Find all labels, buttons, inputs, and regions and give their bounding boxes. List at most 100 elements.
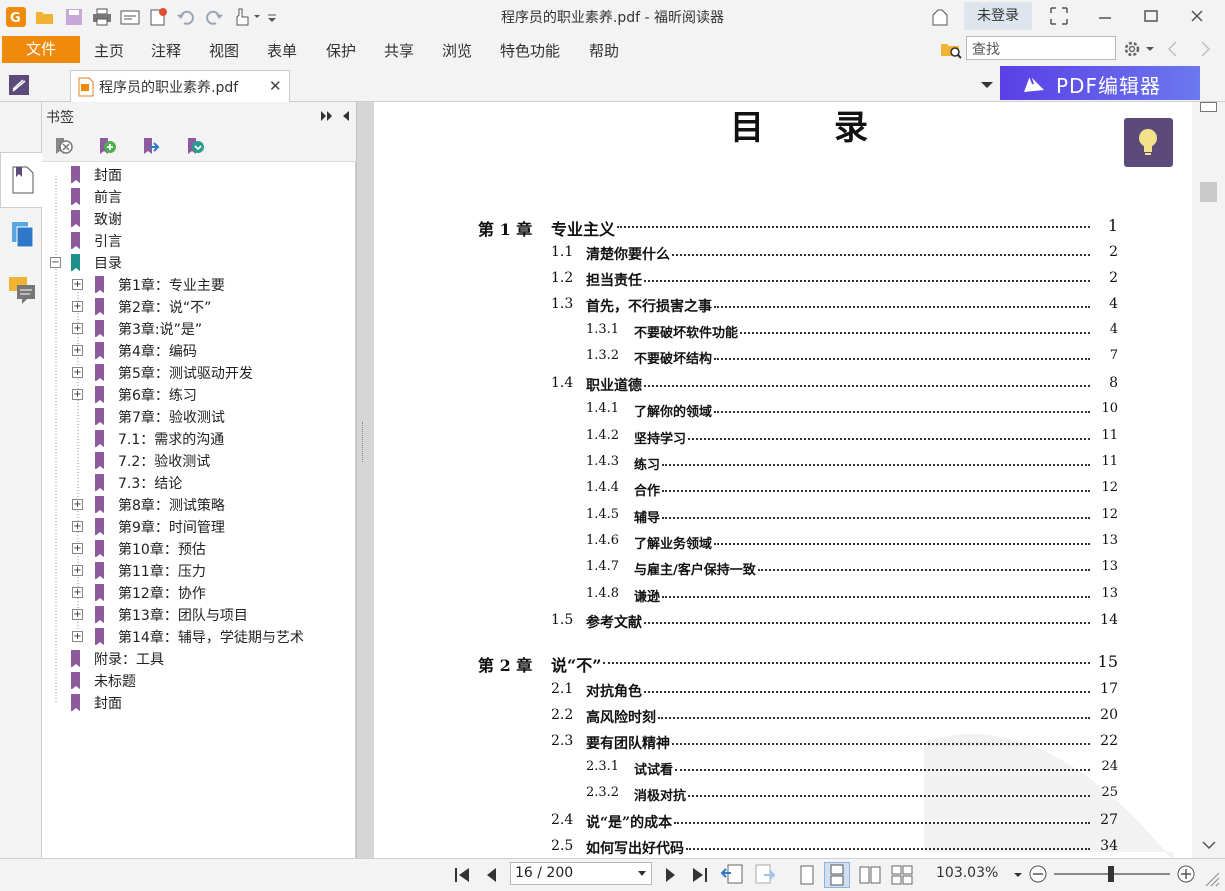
expand-node-icon[interactable]: + xyxy=(72,301,83,312)
bookmark-item[interactable]: + 第12章：协作 xyxy=(42,582,356,604)
previous-view-icon[interactable] xyxy=(720,863,746,887)
expand-node-icon[interactable]: + xyxy=(72,323,83,334)
vertical-scrollbar[interactable] xyxy=(1192,102,1225,858)
zoom-dropdown-icon[interactable] xyxy=(1012,869,1024,881)
bookmark-item[interactable]: 7.1：需求的沟通 xyxy=(42,428,356,450)
bookmark-item[interactable]: 7.3：结论 xyxy=(42,472,356,494)
resize-grip-icon[interactable] xyxy=(1204,871,1220,887)
expand-node-icon[interactable]: + xyxy=(72,345,83,356)
bookmark-options-icon[interactable] xyxy=(184,136,206,158)
toc-entry[interactable]: 第 1 章专业主义 1 xyxy=(478,216,1118,239)
panel-splitter[interactable] xyxy=(356,102,374,858)
bookmark-item[interactable]: 未标题 xyxy=(42,670,356,692)
page-number-input[interactable]: 16 / 200 xyxy=(510,862,652,885)
toc-entry[interactable]: 1.1 清楚你要什么 2 xyxy=(551,244,1118,264)
first-page-icon[interactable] xyxy=(452,865,474,885)
bookmark-item[interactable]: 第7章：验收测试 xyxy=(42,406,356,428)
sign-tool-icon[interactable] xyxy=(8,74,30,96)
expand-node-icon[interactable]: + xyxy=(72,543,83,554)
bookmark-item[interactable]: + 第2章：说“不” xyxy=(42,296,356,318)
toc-entry[interactable]: 1.4.3 练习 11 xyxy=(586,454,1118,474)
login-button[interactable]: 未登录 xyxy=(964,2,1032,30)
expand-panel-icon[interactable] xyxy=(320,108,334,124)
scroll-down-arrow[interactable] xyxy=(1200,838,1217,852)
bookmark-item[interactable]: 封面 xyxy=(42,692,356,714)
zoom-level[interactable]: 103.03% xyxy=(936,865,998,881)
pdf-editor-promo-button[interactable]: PDF编辑器 xyxy=(1000,66,1200,100)
expand-node-icon[interactable]: + xyxy=(72,389,83,400)
next-result-icon[interactable] xyxy=(1196,38,1214,60)
search-input[interactable]: 查找 xyxy=(966,36,1116,60)
scroll-up-arrow[interactable] xyxy=(1200,102,1217,112)
minimize-icon[interactable] xyxy=(1088,4,1122,28)
menu-protect[interactable]: 保护 xyxy=(326,40,356,61)
tab-document[interactable]: 程序员的职业素养.pdf ✕ xyxy=(70,70,290,102)
bookmark-item[interactable]: 前言 xyxy=(42,186,356,208)
settings-icon[interactable] xyxy=(1122,38,1156,60)
menu-view[interactable]: 视图 xyxy=(209,40,239,61)
close-tab-icon[interactable]: ✕ xyxy=(269,77,282,95)
bookmark-item[interactable]: + 第14章：辅导，学徒期与艺术 xyxy=(42,626,356,648)
continuous-view-icon[interactable] xyxy=(824,862,850,888)
menu-share[interactable]: 共享 xyxy=(384,40,414,61)
toc-entry[interactable]: 1.4.7 与雇主/客户保持一致 13 xyxy=(586,559,1118,579)
facing-view-icon[interactable] xyxy=(858,864,882,886)
file-menu-button[interactable]: 文件 xyxy=(2,36,80,63)
page-dropdown-icon[interactable] xyxy=(637,870,647,878)
toc-entry[interactable]: 2.1 对抗角色 17 xyxy=(551,681,1118,701)
menu-comment[interactable]: 注释 xyxy=(151,40,181,61)
tip-lightbulb-button[interactable] xyxy=(1124,118,1173,167)
expand-node-icon[interactable]: + xyxy=(72,499,83,510)
bookmarks-panel-tab[interactable] xyxy=(0,152,42,208)
bookmark-item[interactable]: + 第5章：测试驱动开发 xyxy=(42,362,356,384)
expand-node-icon[interactable]: + xyxy=(72,609,83,620)
add-bookmark-icon[interactable] xyxy=(96,136,118,158)
expand-node-icon[interactable]: + xyxy=(72,367,83,378)
close-window-icon[interactable] xyxy=(1180,4,1214,28)
folder-search-icon[interactable] xyxy=(940,38,962,60)
menu-browse[interactable]: 浏览 xyxy=(442,40,472,61)
zoom-in-icon[interactable] xyxy=(1176,864,1196,884)
bookmark-item[interactable]: + 第11章：压力 xyxy=(42,560,356,582)
toc-entry[interactable]: 1.3.1 不要破坏软件功能 4 xyxy=(586,322,1118,342)
continuous-facing-view-icon[interactable] xyxy=(890,864,914,886)
bookmark-item[interactable]: + 第3章:说”是” xyxy=(42,318,356,340)
toc-entry[interactable]: 第 2 章说“不” 15 xyxy=(478,652,1118,675)
menu-form[interactable]: 表单 xyxy=(267,40,297,61)
scrollbar-thumb[interactable] xyxy=(1200,182,1217,202)
toc-entry[interactable]: 2.3.1 试试看 24 xyxy=(586,759,1118,779)
toc-entry[interactable]: 1.4.4 合作 12 xyxy=(586,480,1118,500)
toc-entry[interactable]: 2.5 如何写出好代码 34 xyxy=(551,838,1118,858)
last-page-icon[interactable] xyxy=(688,865,710,885)
menu-home[interactable]: 主页 xyxy=(94,40,124,61)
toc-entry[interactable]: 2.2 高风险时刻 20 xyxy=(551,707,1118,727)
menu-special-features[interactable]: 特色功能 xyxy=(500,40,560,61)
toc-entry[interactable]: 1.4 职业道德 8 xyxy=(551,375,1118,395)
skin-icon[interactable] xyxy=(930,7,950,27)
toc-entry[interactable]: 1.4.2 坚持学习 11 xyxy=(586,428,1118,448)
bookmark-item[interactable]: + 第6章：练习 xyxy=(42,384,356,406)
zoom-slider-thumb[interactable] xyxy=(1108,866,1114,882)
toc-entry[interactable]: 1.4.6 了解业务领域 13 xyxy=(586,533,1118,553)
bookmark-item[interactable]: 致谢 xyxy=(42,208,356,230)
delete-bookmark-icon[interactable] xyxy=(52,136,74,158)
previous-result-icon[interactable] xyxy=(1164,38,1182,60)
collapse-panel-icon[interactable] xyxy=(340,108,352,124)
expand-node-icon[interactable]: + xyxy=(72,565,83,576)
fullscreen-icon[interactable] xyxy=(1042,4,1076,28)
bookmark-item[interactable]: + 第1章：专业主要 xyxy=(42,274,356,296)
previous-page-icon[interactable] xyxy=(482,865,502,885)
tab-list-dropdown-icon[interactable] xyxy=(978,76,996,94)
toc-entry[interactable]: 2.3 要有团队精神 22 xyxy=(551,733,1118,753)
next-view-icon[interactable] xyxy=(752,863,778,887)
bookmark-item[interactable]: + 第8章：测试策略 xyxy=(42,494,356,516)
bookmark-item[interactable]: + 第9章：时间管理 xyxy=(42,516,356,538)
toc-entry[interactable]: 1.2 担当责任 2 xyxy=(551,270,1118,290)
toc-entry[interactable]: 2.3.2 消极对抗 25 xyxy=(586,785,1118,805)
bookmark-item[interactable]: + 第10章：预估 xyxy=(42,538,356,560)
collapse-node-icon[interactable]: − xyxy=(50,257,61,268)
toc-entry[interactable]: 1.3.2 不要破坏结构 7 xyxy=(586,348,1118,368)
bookmark-item[interactable]: 附录：工具 xyxy=(42,648,356,670)
menu-help[interactable]: 帮助 xyxy=(589,40,619,61)
restore-icon[interactable] xyxy=(1134,4,1168,28)
